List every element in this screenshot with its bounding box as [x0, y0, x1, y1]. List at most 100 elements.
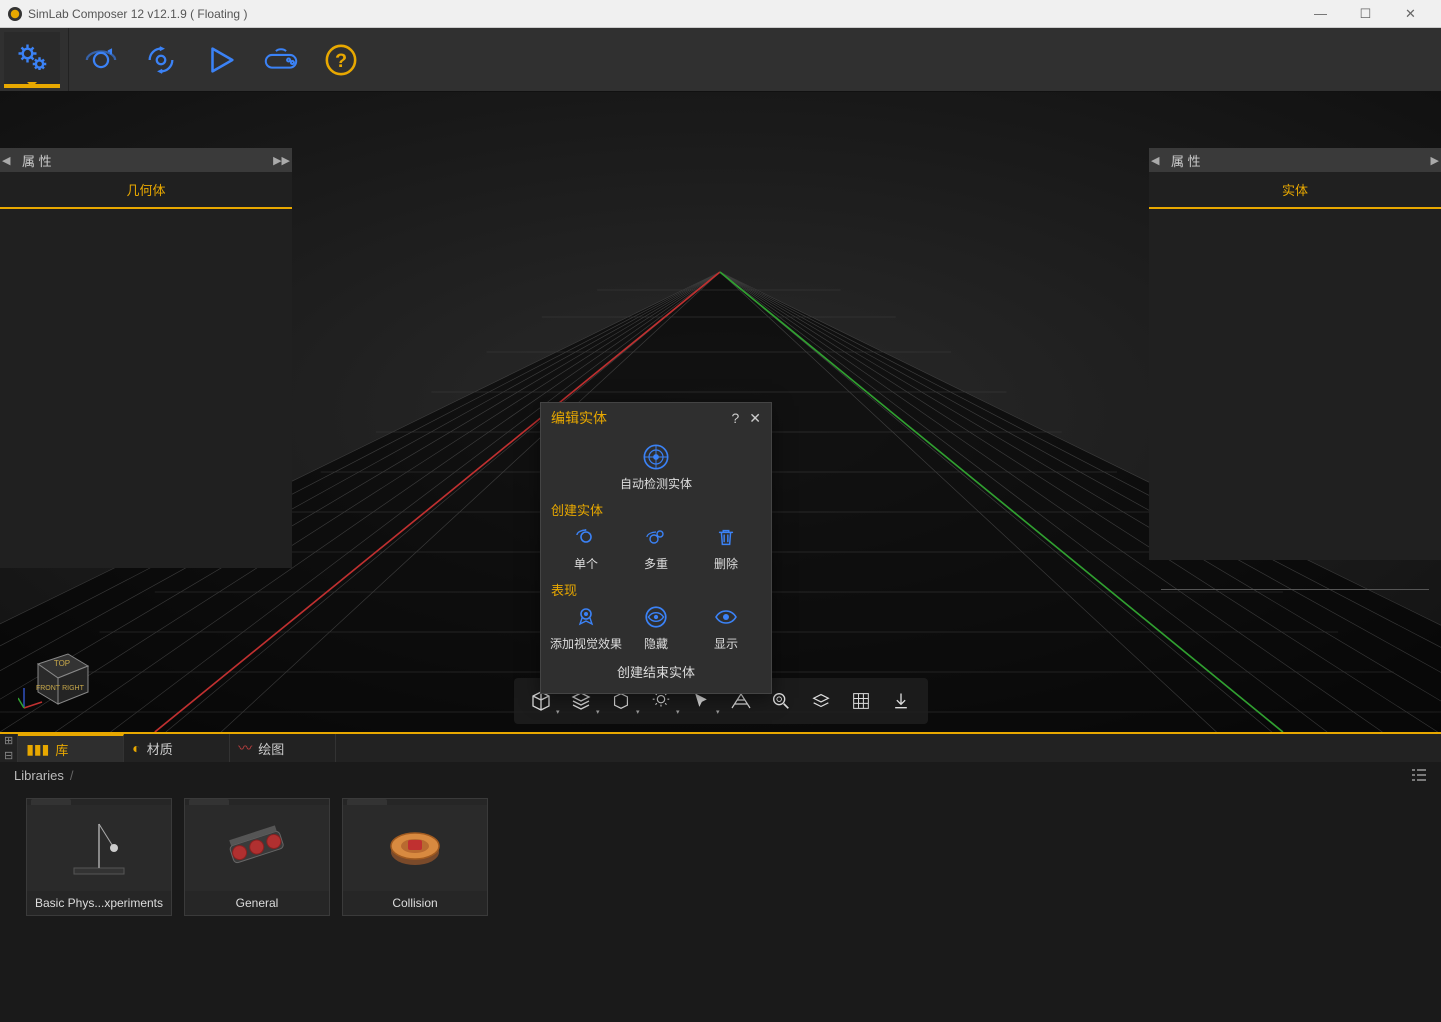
tab-entity[interactable]: 实体 — [1149, 172, 1441, 209]
hide-button[interactable]: 隐藏 — [624, 603, 688, 652]
rotate-tool[interactable] — [133, 32, 189, 88]
coin-icon — [382, 820, 448, 876]
auto-detect-label: 自动检测实体 — [620, 475, 692, 492]
create-multi-button[interactable]: 多重 — [624, 523, 688, 572]
view-cube-icon: TOP FRONT RIGHT — [18, 634, 98, 714]
gamepad-icon — [262, 46, 300, 74]
delete-entity-button[interactable]: 删除 — [694, 523, 758, 572]
panel-title-right: 属 性 — [1171, 151, 1201, 170]
create-single-button[interactable]: 单个 — [554, 523, 618, 572]
expand-right-icon[interactable]: ▶▶ — [273, 154, 290, 167]
orbit-icon — [84, 43, 118, 77]
folder-collision[interactable]: Collision — [342, 798, 488, 916]
expand-right-icon[interactable]: ▶ — [1431, 154, 1439, 167]
add-visual-label: 添加视觉效果 — [550, 635, 622, 652]
section-appearance: 表现 — [551, 580, 761, 599]
svg-text:FRONT: FRONT — [36, 685, 61, 692]
delete-label: 删除 — [714, 555, 738, 572]
help-tool[interactable]: ? — [313, 32, 369, 88]
window-controls: — ☐ ✕ — [1298, 0, 1433, 28]
tab-library[interactable]: ▮▮▮ 库 — [18, 734, 124, 762]
multi-orbit-icon — [644, 525, 668, 549]
cursor-icon — [691, 691, 711, 711]
list-options-icon — [1411, 768, 1427, 782]
folder-thumb — [27, 805, 171, 891]
breadcrumb-separator: / — [70, 768, 74, 783]
breadcrumb-root[interactable]: Libraries — [14, 768, 64, 783]
perspective-icon — [729, 691, 753, 711]
view-cube[interactable]: TOP FRONT RIGHT — [18, 634, 98, 714]
magnifier-icon — [770, 690, 792, 712]
folder-basic-physics[interactable]: Basic Phys...xperiments — [26, 798, 172, 916]
sphere-icon: ◐ — [132, 740, 140, 756]
auto-detect-entity-button[interactable]: 自动检测实体 — [624, 443, 688, 492]
dialog-title-text: 编辑实体 — [551, 408, 607, 428]
bottom-panel: ⊞ ⊟ ▮▮▮ 库 ◐ 材质 〰 绘图 Libraries / — [0, 732, 1441, 1022]
gears-icon — [14, 40, 50, 76]
close-button[interactable]: ✕ — [1388, 0, 1433, 28]
dialog-titlebar[interactable]: 编辑实体 ? ✕ — [541, 403, 771, 433]
properties-panel-right: ◀ 属 性 ▶ 实体 — [1149, 148, 1441, 560]
properties-panel-left: ◀ 属 性 ▶▶ 几何体 — [0, 148, 292, 568]
settings-tool[interactable] — [4, 32, 60, 88]
curve-icon: 〰 — [238, 738, 252, 758]
svg-text:TOP: TOP — [54, 659, 70, 668]
play-tool[interactable] — [193, 32, 249, 88]
show-button[interactable]: 显示 — [694, 603, 758, 652]
folder-caption: Basic Phys...xperiments — [27, 891, 171, 915]
stack-icon — [810, 690, 832, 712]
section-create-entity: 创建实体 — [551, 500, 761, 519]
multi-label: 多重 — [644, 555, 668, 572]
pendulum-icon — [64, 818, 134, 878]
dialog-close-button[interactable]: ✕ — [749, 410, 761, 427]
books-icon: ▮▮▮ — [26, 741, 49, 758]
minimize-button[interactable]: — — [1298, 0, 1343, 28]
help-icon: ? — [324, 43, 358, 77]
show-label: 显示 — [714, 635, 738, 652]
orbit-tool[interactable] — [73, 32, 129, 88]
breadcrumb: Libraries / — [0, 762, 1441, 788]
bottom-tabs: ⊞ ⊟ ▮▮▮ 库 ◐ 材质 〰 绘图 — [0, 734, 1441, 762]
create-end-entity-button[interactable]: 创建结束实体 — [551, 662, 761, 681]
folder-thumb — [185, 805, 329, 891]
panel-header-right[interactable]: ◀ 属 性 ▶ — [1149, 148, 1441, 172]
tab-material-label: 材质 — [147, 739, 173, 758]
collapse-left-icon[interactable]: ◀ — [2, 154, 10, 167]
rotate-icon — [144, 43, 178, 77]
stack-tool[interactable] — [804, 684, 838, 718]
hide-label: 隐藏 — [644, 635, 668, 652]
medal-icon — [574, 605, 598, 629]
view-options-button[interactable] — [1411, 768, 1427, 782]
dialog-help-button[interactable]: ? — [731, 410, 739, 426]
download-icon — [891, 690, 911, 712]
tab-geometry[interactable]: 几何体 — [0, 172, 292, 209]
tab-material[interactable]: ◐ 材质 — [124, 734, 230, 762]
tab-drawing[interactable]: 〰 绘图 — [230, 734, 336, 762]
toggle-icon: ⊟ — [4, 749, 13, 762]
window-title: SimLab Composer 12 v12.1.9 ( Floating ) — [28, 7, 1298, 21]
tab-library-label: 库 — [55, 740, 68, 759]
folder-general[interactable]: General — [184, 798, 330, 916]
radar-icon — [642, 443, 670, 471]
panel-header-left[interactable]: ◀ 属 性 ▶▶ — [0, 148, 292, 172]
folder-thumb — [343, 805, 487, 891]
folder-caption: Collision — [343, 891, 487, 915]
main-toolbar: ? — [0, 28, 1441, 92]
download-tool[interactable] — [884, 684, 918, 718]
maximize-button[interactable]: ☐ — [1343, 0, 1388, 28]
panel-title-left: 属 性 — [22, 151, 52, 170]
svg-text:?: ? — [335, 50, 347, 72]
engine-icon — [217, 820, 297, 876]
panel-toggle-icons[interactable]: ⊞ ⊟ — [0, 734, 18, 762]
viewport-3d[interactable]: ◀ 属 性 ▶▶ 几何体 ◀ 属 性 ▶ 实体 编辑实体 — [0, 92, 1441, 732]
toggle-icon: ⊞ — [4, 734, 13, 747]
grid-icon — [850, 690, 872, 712]
folder-caption: General — [185, 891, 329, 915]
gamepad-tool[interactable] — [253, 32, 309, 88]
eye-hide-icon — [643, 604, 669, 630]
add-visual-effect-button[interactable]: 添加视觉效果 — [554, 603, 618, 652]
svg-text:RIGHT: RIGHT — [62, 685, 85, 692]
collapse-left-icon[interactable]: ◀ — [1151, 154, 1159, 167]
trash-icon — [715, 526, 737, 548]
grid-tool[interactable] — [844, 684, 878, 718]
